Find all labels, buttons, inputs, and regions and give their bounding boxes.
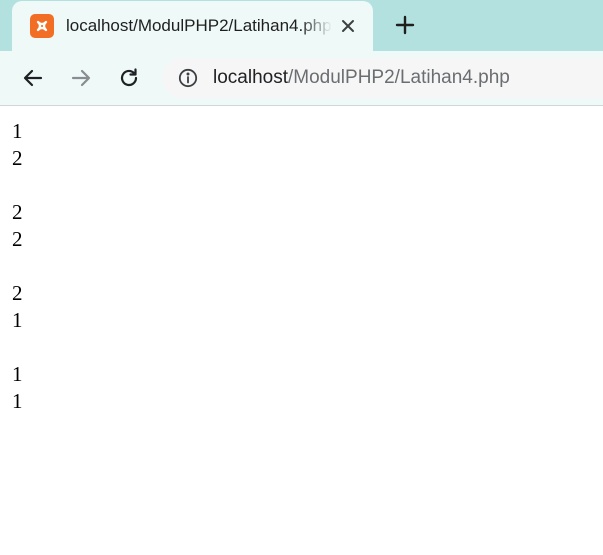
line-break [12,253,23,280]
output-line: 1 [12,389,23,413]
browser-tab[interactable]: localhost/ModulPHP2/Latihan4.php [12,1,373,51]
toolbar: localhost/ModulPHP2/Latihan4.php [0,51,603,105]
output-line: 1 [12,119,23,143]
close-icon[interactable] [336,14,360,38]
output-line: 2 [12,281,23,305]
address-bar[interactable]: localhost/ModulPHP2/Latihan4.php [162,58,603,98]
url-path: /ModulPHP2/Latihan4.php [288,67,510,88]
arrow-right-icon[interactable] [67,64,95,92]
toolbar-divider [0,105,603,106]
reload-icon[interactable] [115,64,143,92]
output-line: 1 [12,308,23,332]
info-icon[interactable] [177,67,199,89]
url-text: localhost/ModulPHP2/Latihan4.php [213,66,510,90]
line-break [12,172,23,199]
output-line: 2 [12,227,23,251]
output-line: 2 [12,200,23,224]
plus-icon[interactable] [392,12,418,38]
xampp-icon [30,14,54,38]
tab-title: localhost/ModulPHP2/Latihan4.php [66,16,332,35]
tab-strip: localhost/ModulPHP2/Latihan4.php [0,0,603,51]
page-content: 1 2 2 2 2 1 1 1 [12,118,23,415]
output-line: 1 [12,362,23,386]
url-host: localhost [213,67,288,88]
line-break [12,334,23,361]
arrow-left-icon[interactable] [19,64,47,92]
output-line: 2 [12,146,23,170]
